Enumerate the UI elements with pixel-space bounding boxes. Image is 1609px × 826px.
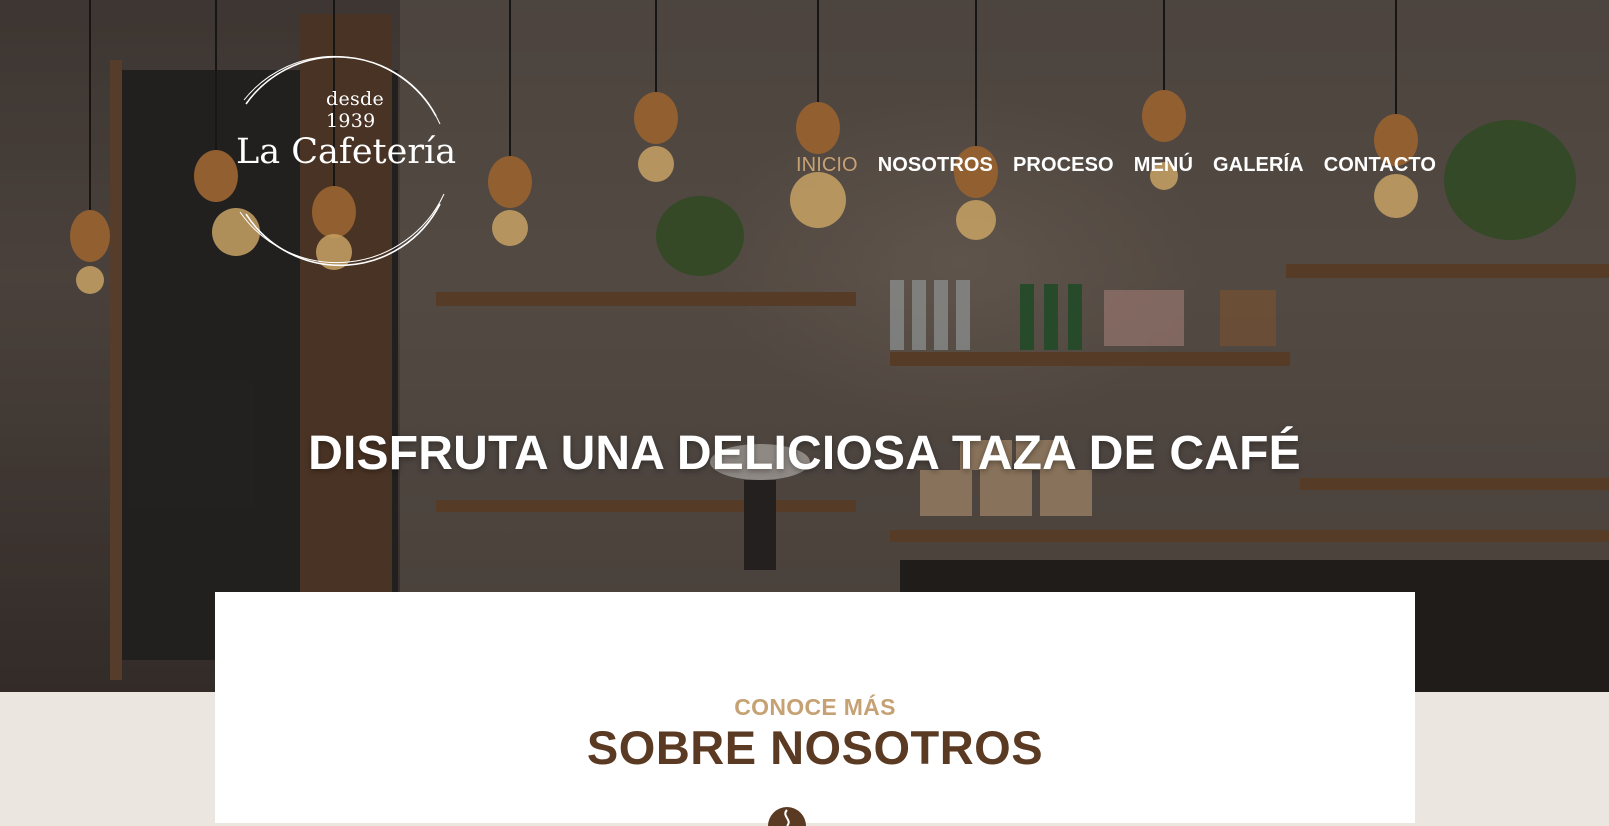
about-card: CONOCE MÁS SOBRE NOSOTROS <box>215 592 1415 826</box>
nav-link-proceso[interactable]: PROCESO <box>1013 154 1114 177</box>
nav-link-contacto[interactable]: CONTACTO <box>1324 154 1436 177</box>
nav-link-nosotros[interactable]: NOSOTROS <box>878 154 993 177</box>
nav-link-galeria[interactable]: GALERÍA <box>1213 154 1304 177</box>
nav-link-menu[interactable]: MENÚ <box>1134 154 1193 177</box>
about-title: SOBRE NOSOTROS <box>586 721 1044 774</box>
nav-link-inicio[interactable]: INICIO <box>796 154 858 177</box>
logo-since-text: desde 1939 <box>326 88 385 132</box>
about-eyebrow: CONOCE MÁS <box>734 694 896 720</box>
coffee-bean-icon <box>768 807 806 826</box>
logo[interactable]: desde 1939 La Cafetería <box>226 44 456 284</box>
hero-headline: DISFRUTA UNA DELICIOSA TAZA DE CAFÉ <box>308 427 1301 481</box>
main-navigation: INICIO NOSOTROS PROCESO MENÚ GALERÍA CON… <box>796 154 1436 177</box>
logo-name-text: La Cafetería <box>236 132 457 172</box>
hero-section: desde 1939 La Cafetería INICIO NOSOTROS … <box>0 0 1609 692</box>
